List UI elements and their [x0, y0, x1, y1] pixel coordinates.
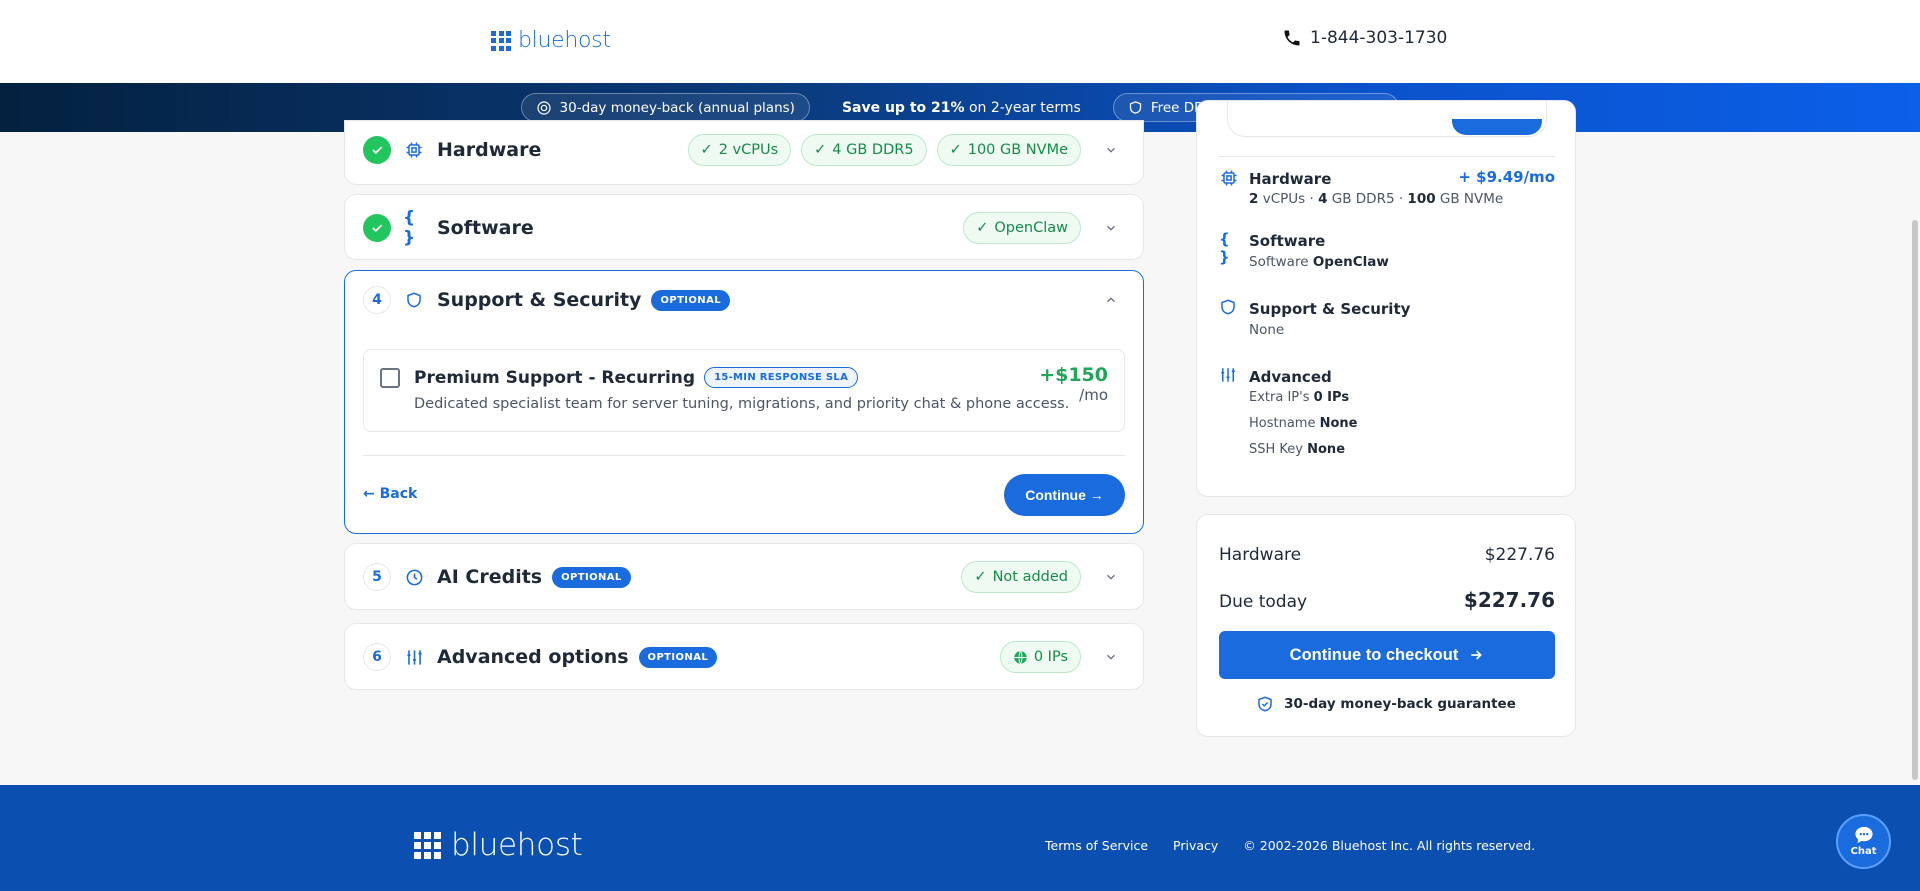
step-number: 5	[363, 563, 391, 591]
chat-bubble-icon	[1854, 826, 1873, 844]
optional-badge: OPTIONAL	[638, 646, 718, 668]
hardware-tag-ram: ✓ 4 GB DDR5	[801, 133, 927, 166]
step-ai-credits[interactable]: 5 AI Credits OPTIONAL ✓ Not added	[344, 543, 1144, 610]
premium-support-checkbox[interactable]	[380, 368, 400, 388]
check-icon	[363, 214, 391, 242]
check-icon: ✓	[814, 141, 827, 158]
chat-button[interactable]: Chat	[1836, 814, 1891, 869]
ai-credits-tag: ✓ Not added	[961, 561, 1081, 593]
hardware-total-line: Hardware $227.76	[1219, 545, 1555, 565]
guarantee: 30-day money-back guarantee	[1197, 695, 1575, 713]
clock-icon	[403, 566, 425, 588]
summary-software: { } Software Software OpenClaw	[1219, 230, 1389, 270]
save-bold: Save up to 21%	[841, 99, 965, 116]
step-support-security: 4 Support & Security OPTIONAL Premium Su…	[344, 270, 1144, 534]
cpu-icon	[1219, 168, 1239, 188]
totals-card: Hardware $227.76 Due today $227.76 Conti…	[1196, 514, 1576, 737]
hardware-price: + $9.49/mo	[1458, 168, 1555, 186]
page-scrollbar[interactable]	[1912, 220, 1918, 780]
option-price-value: +$150	[1039, 364, 1108, 386]
copyright: © 2002-2026 Bluehost Inc. All rights res…	[1243, 838, 1536, 853]
terms-link[interactable]: Terms of Service	[1045, 838, 1148, 853]
chevron-down-icon[interactable]	[1097, 643, 1125, 671]
step-title: Support & Security	[437, 289, 642, 311]
phone-icon	[1284, 30, 1300, 46]
chat-label: Chat	[1850, 846, 1877, 857]
summary-advanced: Advanced Extra IP's 0 IPs Hostname None …	[1219, 366, 1555, 466]
site-header: bluehost 1-844-303-1730	[0, 0, 1920, 83]
chevron-down-icon[interactable]	[1097, 563, 1125, 591]
ssh-key: SSH Key None	[1249, 442, 1346, 457]
phone-number: 1-844-303-1730	[1310, 28, 1448, 48]
divider	[1219, 156, 1555, 157]
option-title: Premium Support - Recurring 15-MIN RESPO…	[414, 367, 859, 388]
sliders-icon	[403, 646, 425, 668]
software-tag: ✓ OpenClaw	[963, 212, 1081, 244]
privacy-link[interactable]: Privacy	[1173, 838, 1218, 853]
advanced-tag: 0 IPs	[999, 641, 1081, 673]
money-back-text: 30-day money-back (annual plans)	[559, 99, 795, 116]
hardware-specs: 2 vCPUs · 4 GB DDR5 · 100 GB NVMe	[1249, 191, 1504, 207]
extra-ips: Extra IP's 0 IPs	[1249, 390, 1350, 405]
check-icon: ✓	[974, 569, 987, 585]
shield-icon	[403, 289, 425, 311]
step-hardware[interactable]: Hardware ✓ 2 vCPUs ✓ 4 GB DDR5 ✓ 100 GB NVM…	[344, 120, 1144, 185]
option-description: Dedicated specialist team for server tun…	[414, 396, 1070, 412]
globe-icon	[1014, 650, 1027, 664]
footer-logo[interactable]: bluehost	[414, 827, 583, 863]
summary-toggle[interactable]	[1452, 119, 1542, 135]
site-footer: bluehost Terms of Service Privacy © 2002…	[0, 785, 1920, 891]
shield-check-icon	[1258, 696, 1272, 712]
shield-icon	[1219, 298, 1239, 318]
logo-grid-icon	[491, 30, 511, 51]
back-link[interactable]: ← Back	[363, 486, 417, 502]
save-rest: on 2-year terms	[964, 99, 1081, 116]
chevron-up-icon[interactable]	[1097, 286, 1125, 314]
chevron-down-icon[interactable]	[1097, 214, 1125, 242]
chevron-down-icon[interactable]	[1097, 136, 1125, 164]
step-title: AI Credits	[437, 566, 543, 588]
continue-to-checkout-button[interactable]: Continue to checkout	[1219, 631, 1555, 679]
check-icon: ✓	[949, 141, 962, 158]
hardware-tag-vcpu: ✓ 2 vCPUs	[687, 133, 792, 166]
due-today-line: Due today $227.76	[1219, 588, 1555, 612]
logo-text: bluehost	[518, 28, 611, 53]
divider	[363, 455, 1125, 456]
arrow-right-icon	[1471, 650, 1483, 660]
premium-support-option[interactable]: Premium Support - Recurring 15-MIN RESPO…	[363, 349, 1125, 432]
optional-badge: OPTIONAL	[552, 566, 631, 588]
sla-badge: 15-MIN RESPONSE SLA	[704, 367, 859, 388]
check-icon: ✓	[976, 220, 989, 236]
save-text: Save up to 21% on 2-year terms	[842, 100, 1081, 116]
option-price: +$150 /mo	[1039, 364, 1108, 404]
step-advanced-options[interactable]: 6 Advanced options OPTIONAL 0 IPs	[344, 623, 1144, 690]
step-title: Hardware	[437, 138, 542, 161]
summary-support: Support & Security None	[1219, 298, 1555, 348]
check-icon: ✓	[700, 141, 713, 158]
hardware-tag-disk: ✓ 100 GB NVMe	[936, 133, 1081, 166]
software-value: Software OpenClaw	[1249, 254, 1389, 270]
shield-icon	[1129, 101, 1141, 114]
badge-icon	[536, 100, 551, 115]
step-software[interactable]: { } Software ✓ OpenClaw	[344, 194, 1144, 260]
phone-link[interactable]: 1-844-303-1730	[1282, 28, 1447, 48]
step-title: Software	[437, 217, 534, 239]
logo-grid-icon	[414, 831, 441, 859]
hostname: Hostname None	[1249, 416, 1358, 431]
footer-links: Terms of Service Privacy © 2002-2026 Blu…	[1045, 838, 1535, 853]
braces-icon: { }	[403, 208, 416, 248]
bluehost-logo[interactable]: bluehost	[491, 28, 611, 53]
optional-badge: OPTIONAL	[651, 289, 730, 311]
braces-icon: { }	[1219, 230, 1230, 266]
option-price-unit: /mo	[1079, 386, 1108, 404]
continue-button[interactable]: Continue →	[1004, 474, 1125, 516]
sliders-icon	[1219, 366, 1239, 386]
check-icon	[363, 135, 391, 164]
step-title: Advanced options	[437, 646, 629, 668]
order-summary: Hardware + $9.49/mo 2 vCPUs · 4 GB DDR5 …	[1196, 100, 1576, 497]
step-number: 6	[363, 643, 391, 671]
summary-hardware: Hardware + $9.49/mo 2 vCPUs · 4 GB DDR5 …	[1219, 168, 1555, 218]
cpu-icon	[403, 139, 425, 161]
step-number: 4	[363, 286, 391, 314]
